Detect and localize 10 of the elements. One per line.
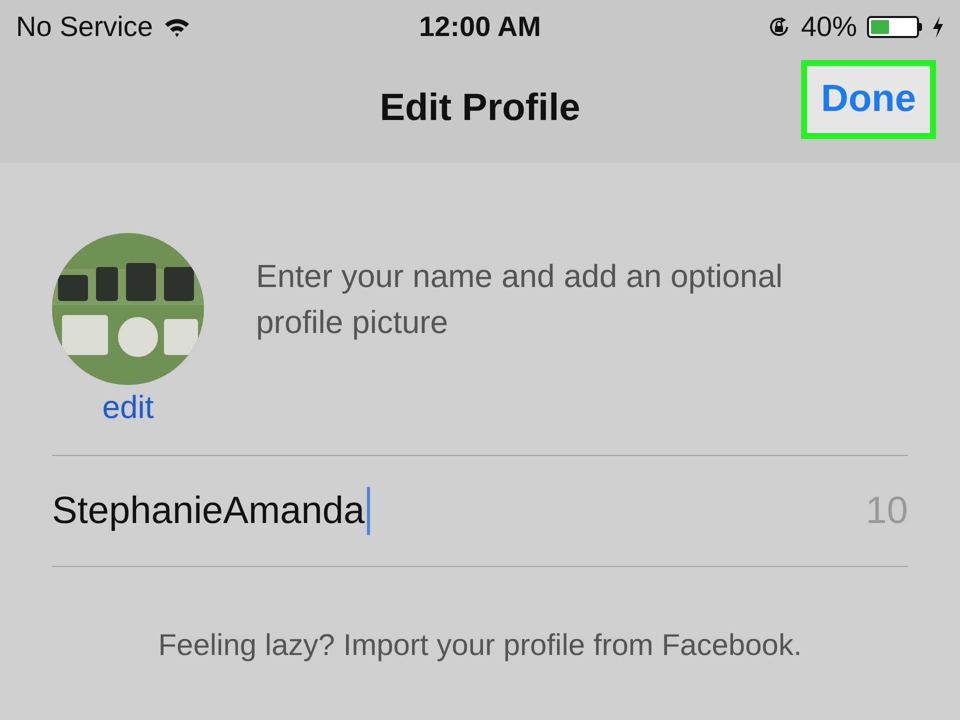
edit-link[interactable]: edit xyxy=(102,388,154,426)
profile-hint: Enter your name and add an optional profile picture xyxy=(256,257,784,342)
screen-title: Edit Profile xyxy=(380,87,580,130)
status-time: 12:00 AM xyxy=(419,11,541,43)
wifi-icon xyxy=(162,16,191,38)
battery-percent: 40% xyxy=(800,11,857,43)
import-hint: Feeling lazy? Import your profile from Facebook. xyxy=(157,629,803,663)
done-button[interactable]: Done xyxy=(801,60,936,139)
battery-icon xyxy=(867,16,922,38)
carrier-text: No Service xyxy=(16,11,153,43)
